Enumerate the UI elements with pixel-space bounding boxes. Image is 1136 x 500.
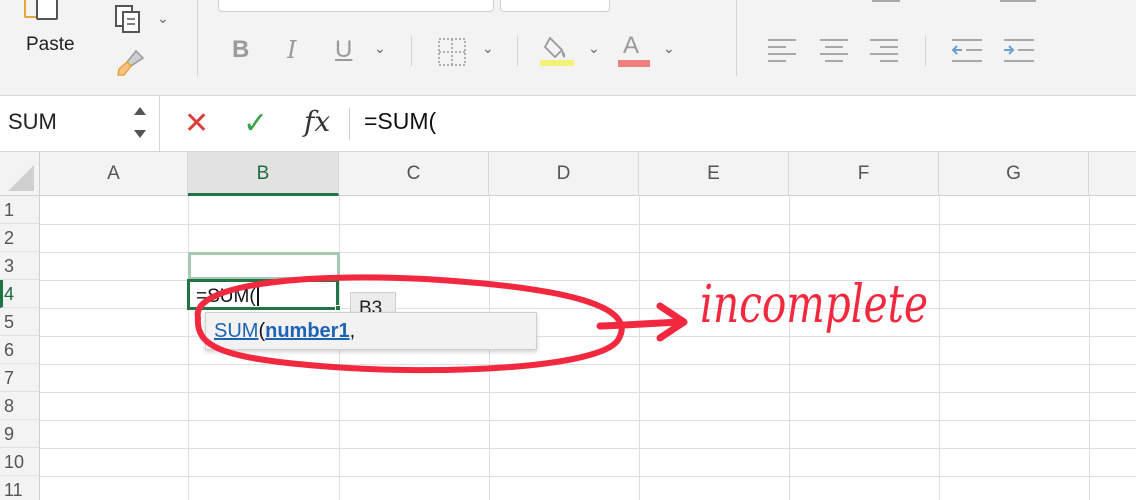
decrease-indent-icon[interactable] bbox=[952, 38, 984, 64]
font-color-swatch bbox=[618, 60, 650, 67]
row-header-1[interactable]: 1 bbox=[0, 196, 40, 224]
row-gridline bbox=[40, 392, 1136, 393]
row-header-6[interactable]: 6 bbox=[0, 336, 40, 364]
increase-indent-icon[interactable] bbox=[1004, 38, 1036, 64]
fill-color-icon[interactable] bbox=[540, 32, 576, 68]
column-gridline bbox=[939, 196, 940, 500]
column-header-e[interactable]: E bbox=[639, 152, 789, 196]
arg-separator: , bbox=[349, 320, 356, 342]
argument-link[interactable]: number1 bbox=[265, 320, 349, 342]
function-help-link[interactable]: SUM bbox=[214, 320, 258, 342]
font-size-select[interactable] bbox=[500, 0, 610, 12]
chevron-down-icon[interactable]: ⌄ bbox=[588, 40, 600, 57]
row-header-5[interactable]: 5 bbox=[0, 308, 40, 336]
function-signature-tooltip: SUM(number1, bbox=[205, 312, 537, 350]
ribbon-partial-control bbox=[1000, 0, 1036, 2]
name-box-value: SUM bbox=[8, 109, 57, 134]
text-caret bbox=[256, 284, 259, 306]
ribbon-divider bbox=[736, 0, 737, 76]
row-header-7[interactable]: 7 bbox=[0, 364, 40, 392]
row-gridline bbox=[40, 448, 1136, 449]
row-gridline bbox=[40, 476, 1136, 477]
row-header-3[interactable]: 3 bbox=[0, 252, 40, 280]
column-header-d[interactable]: D bbox=[489, 152, 639, 196]
bold-button[interactable]: B bbox=[232, 36, 249, 64]
row-gridline bbox=[40, 224, 1136, 225]
ribbon-divider bbox=[925, 36, 926, 66]
enter-icon[interactable]: ✓ bbox=[243, 106, 268, 141]
row-header-9[interactable]: 9 bbox=[0, 420, 40, 448]
row-header-8[interactable]: 8 bbox=[0, 392, 40, 420]
column-header-b[interactable]: B bbox=[188, 152, 339, 196]
font-color-glyph: A bbox=[623, 32, 640, 59]
clipboard-sheet-icon bbox=[36, 0, 58, 20]
column-gridline bbox=[1089, 196, 1090, 500]
copy-icon[interactable] bbox=[114, 4, 148, 36]
ribbon-toolbar: Paste ⌄ B I U ⌄ ⌄ ⌄ A ⌄ bbox=[0, 0, 1136, 96]
row-header-4[interactable]: 4 bbox=[0, 280, 40, 308]
active-cell-b4[interactable]: =SUM( bbox=[187, 279, 339, 310]
select-all-icon bbox=[8, 165, 34, 191]
chevron-down-icon[interactable]: ⌄ bbox=[482, 40, 494, 57]
border-icon[interactable] bbox=[436, 36, 468, 68]
font-name-select[interactable] bbox=[218, 0, 494, 12]
row-header-10[interactable]: 10 bbox=[0, 448, 40, 476]
row-gridline bbox=[40, 420, 1136, 421]
column-gridline bbox=[639, 196, 640, 500]
name-box[interactable]: SUM bbox=[0, 96, 160, 152]
formula-divider bbox=[349, 108, 350, 140]
paste-label: Paste bbox=[26, 34, 75, 55]
column-gridline bbox=[188, 196, 189, 500]
column-header-f[interactable]: F bbox=[789, 152, 939, 196]
chevron-down-icon[interactable]: ⌄ bbox=[374, 40, 386, 57]
worksheet-grid[interactable]: ABCDEFG 1 2 3 4 5 6 7 8 9 10 11 =SUM( B3 SUM(numbe… bbox=[0, 152, 1136, 500]
align-center-icon[interactable] bbox=[820, 38, 850, 64]
cancel-icon[interactable]: ✕ bbox=[184, 106, 209, 141]
fill-handle[interactable] bbox=[335, 305, 341, 311]
formula-input[interactable]: =SUM( bbox=[364, 108, 436, 135]
ribbon-divider bbox=[517, 36, 518, 66]
chevron-down-icon[interactable]: ⌄ bbox=[663, 40, 675, 57]
row-header-11[interactable]: 11 bbox=[0, 476, 40, 500]
row-header-2[interactable]: 2 bbox=[0, 224, 40, 252]
cell-edit-text[interactable]: =SUM( bbox=[196, 284, 259, 308]
column-header-c[interactable]: C bbox=[339, 152, 489, 196]
cell-edit-value: =SUM( bbox=[196, 286, 256, 307]
referenced-cell-b3[interactable] bbox=[188, 252, 340, 280]
row-gridline bbox=[40, 364, 1136, 365]
insert-function-button[interactable]: fx bbox=[304, 105, 330, 138]
name-box-stepper-icon[interactable] bbox=[132, 104, 148, 144]
ribbon-divider bbox=[197, 0, 198, 76]
select-all-button[interactable] bbox=[0, 152, 40, 196]
chevron-down-icon[interactable]: ⌄ bbox=[157, 10, 169, 27]
align-left-icon[interactable] bbox=[768, 38, 798, 64]
formula-bar: SUM ✕ ✓ fx =SUM( bbox=[0, 96, 1136, 152]
column-header-a[interactable]: A bbox=[40, 152, 188, 196]
underline-button[interactable]: U bbox=[335, 36, 352, 64]
align-right-icon[interactable] bbox=[870, 38, 900, 64]
format-painter-icon[interactable] bbox=[114, 48, 146, 80]
italic-button[interactable]: I bbox=[287, 36, 296, 64]
column-header-g[interactable]: G bbox=[939, 152, 1089, 196]
ribbon-partial-control bbox=[872, 0, 900, 2]
column-gridline bbox=[789, 196, 790, 500]
ribbon-divider bbox=[411, 36, 412, 66]
